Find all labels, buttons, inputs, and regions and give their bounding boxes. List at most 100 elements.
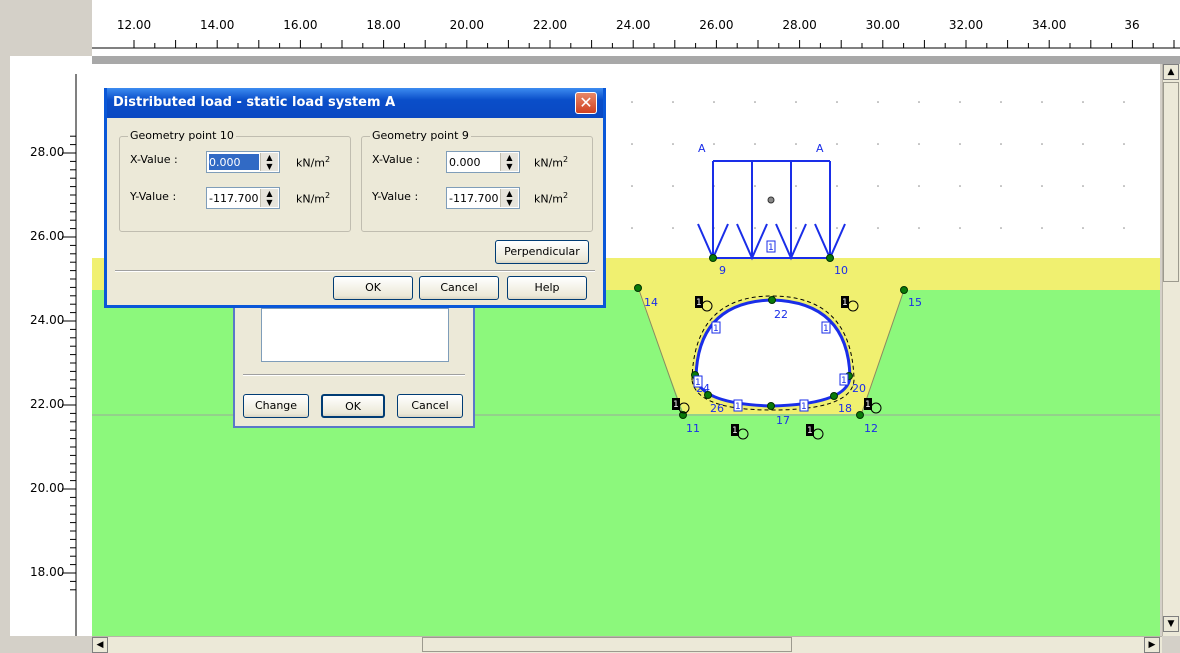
grid-dot <box>631 185 633 187</box>
grid-dot <box>918 185 920 187</box>
geometry-point-label: 18 <box>838 402 852 415</box>
grid-dot <box>836 143 838 145</box>
support-marker-label: 1 <box>807 426 813 436</box>
support-marker-label: 1 <box>865 400 871 410</box>
right-x-value-field[interactable]: ▲▼ <box>446 151 520 173</box>
right-y-value-input[interactable] <box>449 190 499 206</box>
grid-dot <box>877 227 879 229</box>
left-x-value-field[interactable]: ▲▼ <box>206 151 280 173</box>
grid-dot <box>1000 101 1002 103</box>
horizontal-scrollbar[interactable]: ◀ ▶ <box>92 636 1162 653</box>
geometry-point[interactable] <box>768 296 776 304</box>
background-dialog-separator <box>243 374 465 376</box>
load-label-left: A <box>698 142 706 155</box>
load-center-point <box>767 196 775 204</box>
geometry-point-label: 10 <box>834 264 848 277</box>
grid-dot <box>1082 227 1084 229</box>
grid-dot <box>672 101 674 103</box>
geometry-point[interactable] <box>826 254 834 262</box>
dialog-separator <box>115 270 595 272</box>
horizontal-ruler: 12.00 14.00 16.00 18.00 20.00 22.00 24.00 26.00… <box>92 0 1180 56</box>
ruler-x-label: 16.00 <box>283 18 318 32</box>
geometry-point-label: 9 <box>719 264 726 277</box>
ruler-x-label: 34.00 <box>1032 18 1067 32</box>
right-y-spin-icon[interactable]: ▲ ▼ <box>500 189 518 207</box>
grid-dot <box>1041 227 1043 229</box>
grid-dot <box>672 143 674 145</box>
grid-dot <box>795 227 797 229</box>
ruler-x-label: 36 <box>1124 18 1140 32</box>
distributed-load-dialog: Distributed load - static load system A … <box>104 88 606 308</box>
geometry-point-label: 20 <box>852 382 866 395</box>
scroll-up-button[interactable]: ▲ <box>1163 64 1179 80</box>
beam-marker-label: 1 <box>695 378 701 388</box>
geometry-point[interactable] <box>767 402 775 410</box>
ruler-y-label: 28.00 <box>30 145 65 159</box>
grid-dot <box>877 143 879 145</box>
grid-dot <box>754 185 756 187</box>
ruler-x-label: 20.00 <box>449 18 484 32</box>
geometry-point[interactable] <box>830 392 838 400</box>
right-y-value-field[interactable]: ▲▼ <box>446 187 520 209</box>
grid-dot <box>877 185 879 187</box>
left-y-spin-icon[interactable]: ▲ ▼ <box>260 189 278 207</box>
geometry-point[interactable] <box>856 411 864 419</box>
ruler-y-label: 22.00 <box>30 397 65 411</box>
right-x-spin-icon[interactable]: ▲ ▼ <box>500 153 518 171</box>
geometry-point[interactable] <box>900 286 908 294</box>
scroll-left-button[interactable]: ◀ <box>92 637 108 653</box>
left-y-value-input[interactable] <box>209 190 259 206</box>
ruler-x-label: 22.00 <box>532 18 568 32</box>
cancel-button[interactable]: Cancel <box>419 276 499 300</box>
grid-dot <box>1000 185 1002 187</box>
grid-dot <box>1123 101 1125 103</box>
geometry-point-9-group: Geometry point 9 X-Value : ▲▼ kN/m2 Y-Va… <box>361 129 593 232</box>
background-dialog: Change OK Cancel <box>233 292 475 428</box>
ok-button[interactable]: OK <box>333 276 413 300</box>
left-x-value-input[interactable] <box>209 154 259 170</box>
left-y-unit: kN/m2 <box>296 191 331 206</box>
geometry-point-label: 14 <box>644 296 658 309</box>
beam-marker-label: 1 <box>713 324 719 334</box>
geometry-point-10-group: Geometry point 10 X-Value : ▲▼ kN/m2 Y-V… <box>119 129 351 232</box>
support-marker-label: 1 <box>673 400 679 410</box>
scroll-down-button[interactable]: ▼ <box>1163 616 1179 632</box>
grid-dot <box>918 227 920 229</box>
vertical-ruler-ticks <box>62 74 77 636</box>
ruler-x-label: 18.00 <box>366 18 401 32</box>
support-marker-label: 1 <box>732 426 738 436</box>
beam-marker-label: 1 <box>801 402 807 412</box>
grid-dot <box>1000 143 1002 145</box>
geometry-point[interactable] <box>709 254 717 262</box>
vertical-scrollbar[interactable]: ▲ ▼ <box>1162 64 1180 636</box>
grid-dot <box>754 227 756 229</box>
grid-dot <box>918 143 920 145</box>
right-x-value-input[interactable] <box>449 154 499 170</box>
perpendicular-button[interactable]: Perpendicular <box>495 240 589 264</box>
vertical-scroll-thumb[interactable] <box>1163 82 1179 282</box>
background-cancel-button[interactable]: Cancel <box>397 394 463 418</box>
grid-dot <box>959 185 961 187</box>
geometry-point-label: 17 <box>776 414 790 427</box>
close-button[interactable]: ✕ <box>575 92 597 114</box>
horizontal-scroll-thumb[interactable] <box>422 637 792 652</box>
right-x-label: X-Value : <box>372 153 420 166</box>
support-marker-label: 1 <box>696 298 702 308</box>
scroll-right-button[interactable]: ▶ <box>1144 637 1160 653</box>
vertical-ruler: 28.00 26.00 24.00 22.00 20.00 18.00 <box>10 56 92 636</box>
background-dialog-listbox[interactable] <box>261 308 449 362</box>
grid-dot <box>1000 227 1002 229</box>
left-x-spin-icon[interactable]: ▲ ▼ <box>260 153 278 171</box>
grid-dot <box>754 101 756 103</box>
help-button[interactable]: Help <box>507 276 587 300</box>
geometry-point-10-legend: Geometry point 10 <box>128 129 236 142</box>
change-button[interactable]: Change <box>243 394 309 418</box>
geometry-point-label: 12 <box>864 422 878 435</box>
geometry-point[interactable] <box>704 391 712 399</box>
geometry-point-label: 11 <box>686 422 700 435</box>
tunnel-lining <box>694 298 852 408</box>
geometry-point[interactable] <box>634 284 642 292</box>
left-y-value-field[interactable]: ▲▼ <box>206 187 280 209</box>
background-ok-button[interactable]: OK <box>321 394 385 418</box>
ruler-x-label: 14.00 <box>200 18 235 32</box>
